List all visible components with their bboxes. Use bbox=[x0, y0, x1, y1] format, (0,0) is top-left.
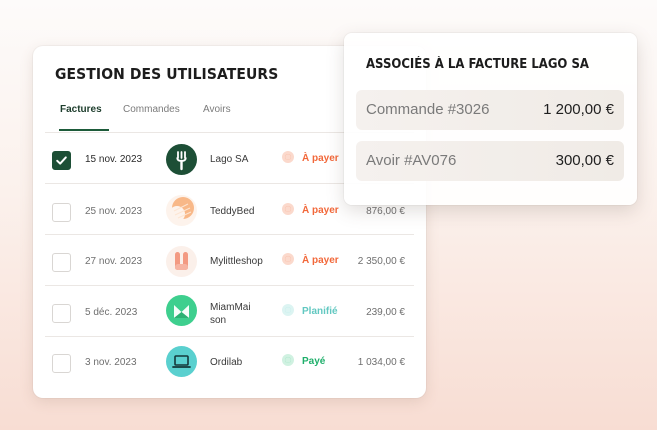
row-checkbox[interactable] bbox=[52, 354, 71, 373]
status-dot bbox=[282, 203, 294, 215]
panel-title: GESTION DES UTILISATEURS bbox=[55, 65, 279, 83]
invoice-amount: 2 350,00 € bbox=[357, 256, 405, 267]
invoice-amount: 239,00 € bbox=[366, 307, 405, 318]
fork-icon bbox=[166, 144, 197, 175]
status-label: À payer bbox=[302, 153, 339, 164]
company-name-line: son bbox=[210, 315, 227, 326]
row-checkbox[interactable] bbox=[52, 253, 71, 272]
associated-item-amount: 1 200,00 € bbox=[543, 101, 614, 118]
status-label: À payer bbox=[302, 255, 339, 266]
associated-item-label: Commande #3026 bbox=[366, 101, 490, 118]
invoice-row[interactable]: 3 nov. 2023 Ordilab Payé 1 034,00 € bbox=[45, 336, 414, 387]
row-divider bbox=[45, 234, 414, 235]
status-dot bbox=[282, 354, 294, 366]
status-label: Payé bbox=[302, 356, 326, 367]
associated-order-item[interactable]: Commande #3026 1 200,00 € bbox=[356, 90, 624, 130]
invoice-date: 27 nov. 2023 bbox=[85, 256, 143, 267]
row-checkbox[interactable] bbox=[52, 151, 71, 170]
row-divider bbox=[45, 336, 414, 337]
popup-title: ASSOCIÉS À LA FACTURE LAGO SA bbox=[366, 57, 589, 72]
company-name: TeddyBed bbox=[210, 206, 255, 217]
row-divider bbox=[45, 285, 414, 286]
invoice-amount: 1 034,00 € bbox=[357, 357, 405, 368]
invoice-amount: 876,00 € bbox=[366, 206, 405, 217]
status-label: À payer bbox=[302, 205, 339, 216]
tab-commandes[interactable]: Commandes bbox=[123, 104, 180, 132]
mylittleshop-logo-icon bbox=[166, 246, 197, 277]
invoice-date: 3 nov. 2023 bbox=[85, 357, 137, 368]
company-name: Lago SA bbox=[210, 154, 249, 165]
invoice-row[interactable]: 27 nov. 2023 Mylittleshop À payer 2 350,… bbox=[45, 234, 414, 285]
checkmark-icon bbox=[56, 156, 67, 165]
associated-item-amount: 300,00 € bbox=[555, 152, 614, 169]
laptop-icon bbox=[166, 346, 197, 377]
associated-documents-popup: ASSOCIÉS À LA FACTURE LAGO SA Commande #… bbox=[344, 33, 637, 205]
status-dot bbox=[282, 253, 294, 265]
invoice-date: 15 nov. 2023 bbox=[85, 154, 143, 165]
teddybed-logo-icon bbox=[166, 195, 197, 226]
miammaison-logo-icon bbox=[166, 295, 197, 326]
tab-factures[interactable]: Factures bbox=[59, 104, 109, 132]
tab-avoirs[interactable]: Avoirs bbox=[203, 104, 231, 132]
company-name: Ordilab bbox=[210, 357, 243, 368]
company-name: Mylittleshop bbox=[210, 256, 263, 267]
invoice-date: 25 nov. 2023 bbox=[85, 206, 143, 217]
status-label: Planifié bbox=[302, 306, 338, 317]
row-checkbox[interactable] bbox=[52, 203, 71, 222]
status-dot bbox=[282, 151, 294, 163]
status-dot bbox=[282, 304, 294, 316]
company-name: MiamMai son bbox=[210, 301, 251, 327]
invoice-date: 5 déc. 2023 bbox=[85, 307, 138, 318]
company-name-line: MiamMai bbox=[210, 302, 251, 313]
associated-credit-note-item[interactable]: Avoir #AV076 300,00 € bbox=[356, 141, 624, 181]
invoice-row[interactable]: 5 déc. 2023 MiamMai son Planifié 239,00 … bbox=[45, 285, 414, 336]
row-checkbox[interactable] bbox=[52, 304, 71, 323]
associated-item-label: Avoir #AV076 bbox=[366, 152, 457, 169]
